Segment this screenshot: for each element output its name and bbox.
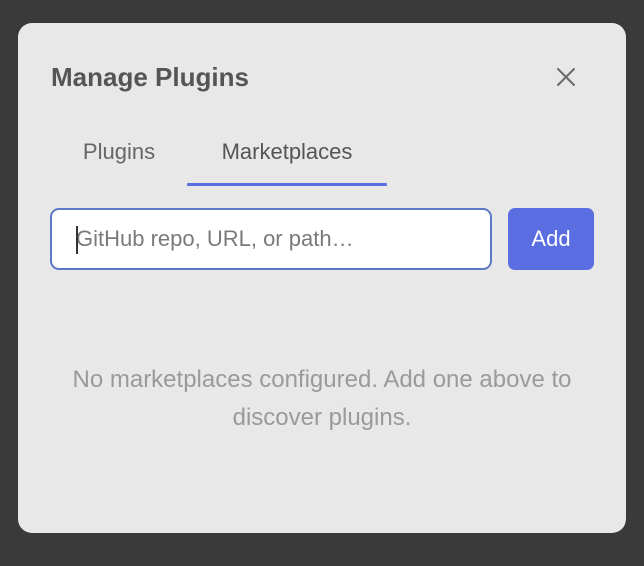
active-tab-indicator: [187, 183, 387, 186]
empty-state-message: No marketplaces configured. Add one abov…: [72, 366, 572, 431]
close-button[interactable]: [550, 61, 582, 93]
tab-bar: Plugins Marketplaces: [51, 129, 387, 186]
marketplace-input-wrapper: [50, 208, 492, 270]
tab-marketplaces-label: Marketplaces: [221, 139, 353, 164]
tab-plugins[interactable]: Plugins: [51, 129, 187, 186]
add-marketplace-button[interactable]: Add: [508, 208, 594, 270]
marketplace-source-input[interactable]: [52, 210, 490, 268]
manage-plugins-dialog: Manage Plugins Plugins Marketplaces Add …: [18, 23, 626, 533]
tab-marketplaces[interactable]: Marketplaces: [187, 129, 387, 186]
close-icon: [557, 68, 575, 86]
tab-plugins-label: Plugins: [82, 139, 156, 164]
dialog-title: Manage Plugins: [51, 62, 249, 92]
text-caret: [76, 226, 78, 254]
